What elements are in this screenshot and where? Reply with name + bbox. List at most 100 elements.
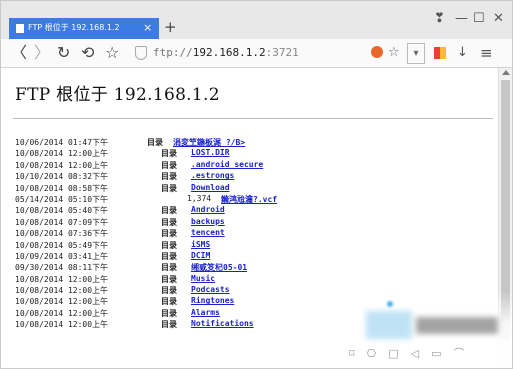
entry-date: 10/08/2014 12:00上午	[15, 149, 109, 159]
entry-link[interactable]: tencent	[191, 228, 225, 237]
star-icon[interactable]: ☆	[388, 45, 400, 61]
page-icon	[16, 24, 24, 33]
entry-kind: 目录	[161, 160, 177, 170]
entry-date: 10/08/2014 07:09下午	[15, 217, 109, 227]
entry-date: 10/09/2014 03:41上午	[15, 251, 109, 261]
tab-strip: FTP 根位于 192.168.1.2 × + ❣ — ☐ ✕	[1, 1, 512, 39]
entry-kind: 目录	[147, 138, 163, 147]
blurred-watermark-text	[416, 317, 498, 334]
tab-title: FTP 根位于 192.168.1.2	[28, 23, 120, 32]
chevron-down-icon[interactable]: ▾	[407, 43, 425, 64]
entry-date: 10/08/2014 12:00上午	[15, 320, 109, 330]
entry-date: 09/30/2014 08:11下午	[15, 263, 109, 273]
entry-kind: 目录	[161, 172, 177, 182]
entry-kind: 目录	[161, 149, 177, 159]
minimize-button[interactable]: —	[455, 11, 468, 27]
list-item: 05/14/2014 05:10下午 1,374 鏅鸿兘瀹?.vcf	[15, 194, 495, 205]
entry-date: 10/08/2014 05:49下午	[15, 240, 109, 250]
entry-link[interactable]: Podcasts	[191, 285, 230, 294]
entry-link[interactable]: 鏅鸿兘瀹?.vcf	[221, 194, 277, 205]
entry-link[interactable]: Music	[191, 274, 215, 283]
entry-date: 10/10/2014 08:32下午	[15, 172, 109, 182]
browser-window: FTP 根位于 192.168.1.2 × + ❣ — ☐ ✕ 〈 〉 ↻ ⟲ …	[0, 0, 513, 369]
list-item: 10/09/2014 03:41上午 目录 DCIM	[15, 251, 495, 262]
divider	[13, 118, 493, 119]
list-item: 10/08/2014 12:00上午 目录 LOST.DIR	[15, 148, 495, 159]
entry-date: 10/08/2014 12:00上午	[15, 274, 109, 284]
entry-date: 10/08/2014 12:00上午	[15, 286, 109, 296]
entry-kind: 目录	[161, 240, 177, 250]
entry-date: 10/08/2014 08:58下午	[15, 183, 109, 193]
entry-link[interactable]: Android	[191, 205, 225, 214]
entry-date: 10/08/2014 12:00上午	[15, 297, 109, 307]
entry-link[interactable]: Alarms	[191, 308, 220, 317]
reload-button[interactable]: ↻	[57, 44, 70, 62]
url-port: :3721	[265, 46, 299, 59]
entry-date: 10/08/2014 12:00上午	[15, 308, 109, 318]
entry-date: 10/08/2014 12:00上午	[15, 160, 109, 170]
apps-icon[interactable]	[434, 47, 446, 59]
entry-kind: 目录	[161, 297, 177, 307]
forward-button[interactable]: 〉	[34, 44, 50, 62]
entry-kind: 目录	[161, 206, 177, 216]
list-item: 10/08/2014 12:00上午 目录 Music	[15, 274, 495, 285]
bookmark-star-icon[interactable]: ☆	[105, 44, 119, 62]
list-item: 10/10/2014 08:32下午 目录 .estrongs	[15, 171, 495, 182]
entry-link[interactable]: .estrongs	[191, 171, 234, 180]
tab-close-button[interactable]: ×	[143, 21, 152, 35]
blurred-watermark	[366, 311, 412, 339]
url-scheme: ftp://	[153, 46, 193, 59]
entry-kind: 目录	[161, 263, 177, 273]
entry-size: 1,374	[187, 193, 212, 203]
entry-kind: 目录	[161, 251, 177, 261]
entry-date: 10/06/2014 01:47下午	[15, 138, 109, 147]
entry-kind: 目录	[161, 320, 177, 330]
new-tab-button[interactable]: +	[164, 17, 177, 37]
blurred-mark	[387, 301, 393, 307]
list-item: 10/08/2014 08:58下午 目录 Download	[15, 183, 495, 194]
entry-date: 10/08/2014 05:40下午	[15, 206, 109, 216]
download-icon[interactable]: ↓	[457, 45, 468, 61]
entry-kind: 目录	[161, 286, 177, 296]
entry-link[interactable]: .android_secure	[191, 160, 263, 169]
list-item: 10/08/2014 12:00上午 目录 .android_secure	[15, 160, 495, 171]
entry-kind: 目录	[161, 217, 177, 227]
list-item: 10/08/2014 07:36下午 目录 tencent	[15, 228, 495, 239]
entry-link[interactable]: LOST.DIR	[191, 148, 230, 157]
back-button[interactable]: 〈	[11, 44, 27, 62]
entry-date: 05/14/2014 05:10下午	[15, 194, 109, 204]
entry-link[interactable]: 缃戜笅杞05-01	[191, 262, 247, 273]
list-item: 10/08/2014 05:49下午 目录 iSMS	[15, 240, 495, 251]
list-item: 09/30/2014 08:11下午 目录 缃戜笅杞05-01	[15, 262, 495, 273]
entry-link[interactable]: 涓変笁鍦板浘 ?/B>	[173, 137, 245, 148]
url-host: 192.168.1.2	[192, 46, 266, 59]
close-window-button[interactable]: ✕	[493, 11, 504, 27]
entry-link[interactable]: Ringtones	[191, 296, 234, 305]
tab-ftp-root[interactable]: FTP 根位于 192.168.1.2 ×	[9, 18, 159, 39]
navigation-bar: 〈 〉 ↻ ⟲ ☆ ftp://192.168.1.2:3721 ☆ ▾ ↓ ≡	[1, 39, 512, 68]
pin-icon[interactable]: ❣	[434, 11, 445, 27]
entry-link[interactable]: iSMS	[191, 240, 210, 249]
shield-icon	[135, 46, 147, 60]
entry-link[interactable]: DCIM	[191, 251, 210, 260]
list-item: 10/06/2014 01:47下午 目录 涓変笁鍦板浘 ?/B>	[15, 137, 495, 148]
list-item: 10/08/2014 07:09下午 目录 backups	[15, 217, 495, 228]
entry-kind: 目录	[161, 229, 177, 239]
entry-date: 10/08/2014 07:36下午	[15, 229, 109, 239]
entry-link[interactable]: Notifications	[191, 319, 254, 328]
undo-close-button[interactable]: ⟲	[81, 44, 94, 62]
entry-link[interactable]: backups	[191, 217, 225, 226]
entry-kind: 目录	[161, 183, 177, 193]
entry-link[interactable]: Download	[191, 183, 230, 192]
entry-kind: 目录	[161, 308, 177, 318]
scroll-up-arrow-icon[interactable]	[502, 70, 510, 75]
address-field[interactable]: ftp://192.168.1.2:3721	[131, 43, 403, 64]
floating-toolbar: ⌑⎔□◁▭⌒	[349, 347, 477, 360]
list-item: 10/08/2014 05:40下午 目录 Android	[15, 205, 495, 216]
menu-icon[interactable]: ≡	[480, 45, 493, 61]
entry-kind: 目录	[161, 274, 177, 284]
maximize-button[interactable]: ☐	[473, 11, 485, 27]
page-title: FTP 根位于 192.168.1.2	[15, 85, 220, 105]
url-text: ftp://192.168.1.2:3721	[153, 46, 299, 59]
browser-badge-icon[interactable]	[371, 46, 383, 58]
